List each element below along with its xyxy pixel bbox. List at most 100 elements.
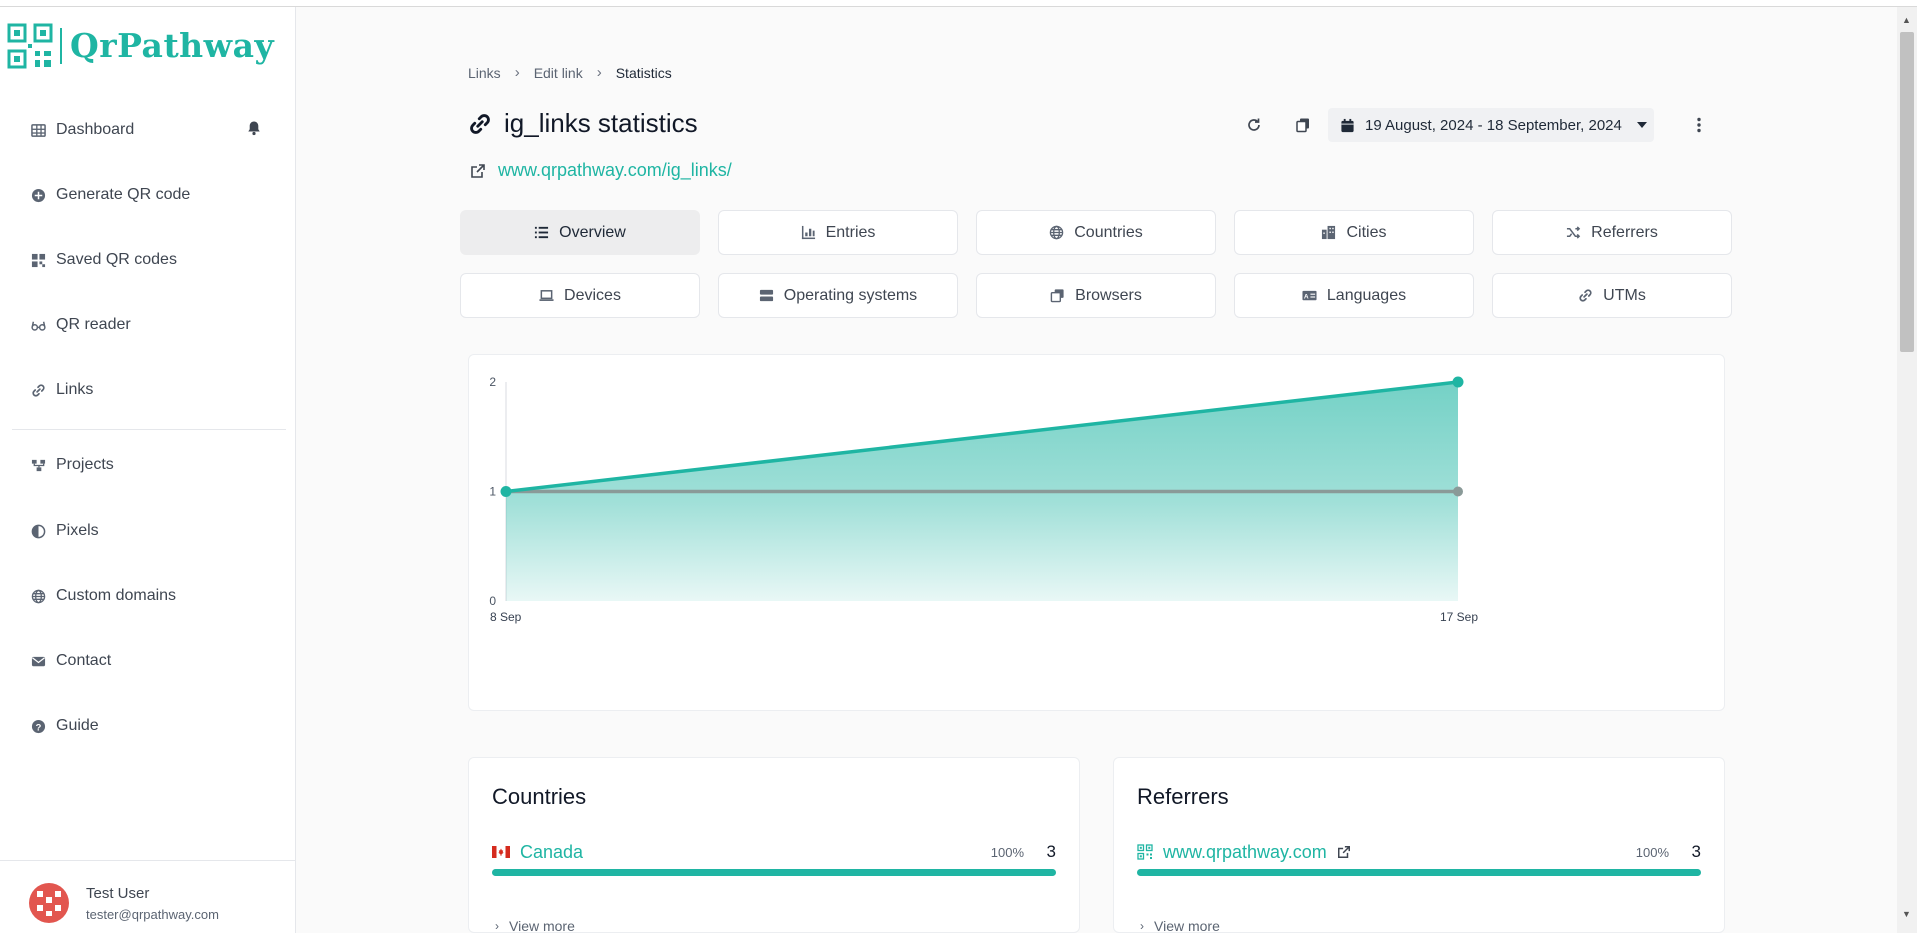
x-tick-label: 8 Sep (490, 610, 522, 624)
tab-label: Operating systems (783, 286, 918, 304)
panel-title: Referrers (1137, 784, 1229, 809)
user-profile[interactable]: Test User tester@qrpathway.com (0, 860, 295, 933)
plus-circle-icon (30, 187, 46, 203)
server-icon (759, 288, 774, 303)
x-tick-label: 17 Sep (1440, 610, 1478, 624)
country-progress-bar (492, 869, 1056, 876)
glasses-icon (30, 317, 46, 333)
data-point-secondary (1453, 486, 1463, 497)
sidebar-item-links[interactable]: Links (30, 375, 93, 405)
scrollbar-thumb[interactable] (1900, 32, 1914, 352)
chevron-right-icon: › (596, 64, 602, 81)
country-percent: 100% (990, 844, 1024, 860)
y-tick-label: 2 (489, 375, 496, 389)
canada-flag-icon (492, 846, 510, 858)
referrers-panel: Referrers www.qrpathway.com 100% 3 › View… (1113, 757, 1725, 933)
copy-button[interactable] (1292, 114, 1314, 136)
short-url-link[interactable]: www.qrpathway.com/ig_links/ (470, 160, 732, 181)
laptop-icon (539, 288, 554, 303)
referrer-progress-bar (1137, 869, 1701, 876)
project-icon (30, 457, 46, 473)
window-top-border (0, 0, 1917, 7)
tab-label: Referrers (1591, 223, 1658, 241)
list-item[interactable]: Canada 100% 3 (492, 839, 1056, 865)
date-range-text: 19 August, 2024 - 18 September, 2024 (1365, 116, 1622, 134)
list-item[interactable]: www.qrpathway.com 100% 3 (1137, 839, 1701, 865)
breadcrumb-links[interactable]: Links (468, 65, 501, 81)
list-icon (534, 225, 549, 240)
sidebar-item-label: Generate QR code (56, 186, 191, 203)
tab-devices[interactable]: Devices (460, 273, 700, 318)
tab-label: Countries (1074, 223, 1143, 241)
country-count: 3 (1046, 842, 1056, 861)
external-link-icon[interactable] (1337, 845, 1351, 859)
svg-text:?: ? (35, 722, 41, 732)
more-vertical-icon (1697, 117, 1701, 133)
city-icon (1321, 225, 1336, 240)
adjust-icon (30, 523, 46, 539)
sidebar-item-qr-reader[interactable]: QR reader (30, 310, 131, 340)
scroll-up-arrow-icon[interactable]: ▲ (1902, 15, 1911, 25)
sidebar-item-label: Links (56, 381, 94, 398)
progress-fill (1137, 869, 1701, 876)
referrer-percent: 100% (1635, 844, 1669, 860)
logo[interactable]: QrPathway (6, 21, 274, 71)
envelope-icon (30, 653, 46, 669)
sidebar-item-saved-qr[interactable]: Saved QR codes (30, 245, 177, 275)
tab-label: UTMs (1603, 286, 1646, 304)
qr-logo-icon (7, 23, 53, 69)
shuffle-icon (1566, 225, 1581, 240)
tab-label: Entries (825, 223, 876, 241)
sidebar-item-label: Guide (56, 717, 99, 734)
panel-title: Countries (492, 784, 587, 809)
sidebar-item-contact[interactable]: Contact (30, 646, 111, 676)
sidebar-item-custom-domains[interactable]: Custom domains (30, 581, 176, 611)
view-more-text: View more (509, 918, 575, 933)
tab-utms[interactable]: UTMs (1492, 273, 1732, 318)
refresh-button[interactable] (1243, 114, 1265, 136)
tab-languages[interactable]: A Languages (1234, 273, 1474, 318)
bell-icon[interactable] (246, 120, 262, 136)
tab-label: Devices (564, 286, 621, 304)
brand-name: QrPathway (60, 28, 274, 64)
more-options-button[interactable] (1688, 114, 1710, 136)
sidebar-item-label: QR reader (56, 316, 131, 333)
tab-label: Overview (559, 223, 626, 241)
avatar (29, 883, 69, 923)
tab-cities[interactable]: Cities (1234, 210, 1474, 255)
date-range-picker[interactable]: 19 August, 2024 - 18 September, 2024 (1328, 108, 1654, 142)
progress-fill (492, 869, 1056, 876)
sidebar-item-generate-qr[interactable]: Generate QR code (30, 180, 190, 210)
grid-icon (30, 122, 46, 138)
tab-operating-systems[interactable]: Operating systems (718, 273, 958, 318)
page-title: ig_links statistics (468, 108, 698, 139)
copy-icon (1296, 118, 1309, 133)
visits-chart-svg: 2 1 0 8 Sep 17 Sep (489, 375, 1478, 624)
tab-browsers[interactable]: Browsers (976, 273, 1216, 318)
scroll-down-arrow-icon[interactable]: ▼ (1902, 909, 1911, 919)
tab-referrers[interactable]: Referrers (1492, 210, 1732, 255)
tab-entries[interactable]: Entries (718, 210, 958, 255)
data-point-primary (500, 486, 512, 497)
breadcrumb-edit-link[interactable]: Edit link (534, 65, 583, 81)
qr-logo-icon (1137, 844, 1153, 860)
calendar-icon (1341, 118, 1354, 132)
sidebar-item-dashboard[interactable]: Dashboard (30, 115, 134, 145)
sidebar-item-projects[interactable]: Projects (30, 450, 114, 480)
globe-icon (30, 588, 46, 604)
view-more-link[interactable]: › View more (1140, 918, 1220, 933)
tab-countries[interactable]: Countries (976, 210, 1216, 255)
chevron-right-icon: › (495, 919, 499, 933)
sidebar-item-pixels[interactable]: Pixels (30, 516, 99, 546)
sidebar-item-label: Pixels (56, 522, 99, 539)
view-more-link[interactable]: › View more (495, 918, 575, 933)
user-email: tester@qrpathway.com (86, 907, 219, 922)
vertical-scrollbar[interactable]: ▲ ▼ (1897, 7, 1917, 933)
chevron-right-icon: › (1140, 919, 1144, 933)
sidebar-item-label: Contact (56, 652, 112, 669)
tab-overview[interactable]: Overview (460, 210, 700, 255)
question-icon: ? (30, 718, 46, 734)
sidebar-item-guide[interactable]: ? Guide (30, 711, 99, 741)
visits-chart: 2 1 0 8 Sep 17 Sep (468, 354, 1725, 711)
referrer-name: www.qrpathway.com (1163, 841, 1327, 862)
